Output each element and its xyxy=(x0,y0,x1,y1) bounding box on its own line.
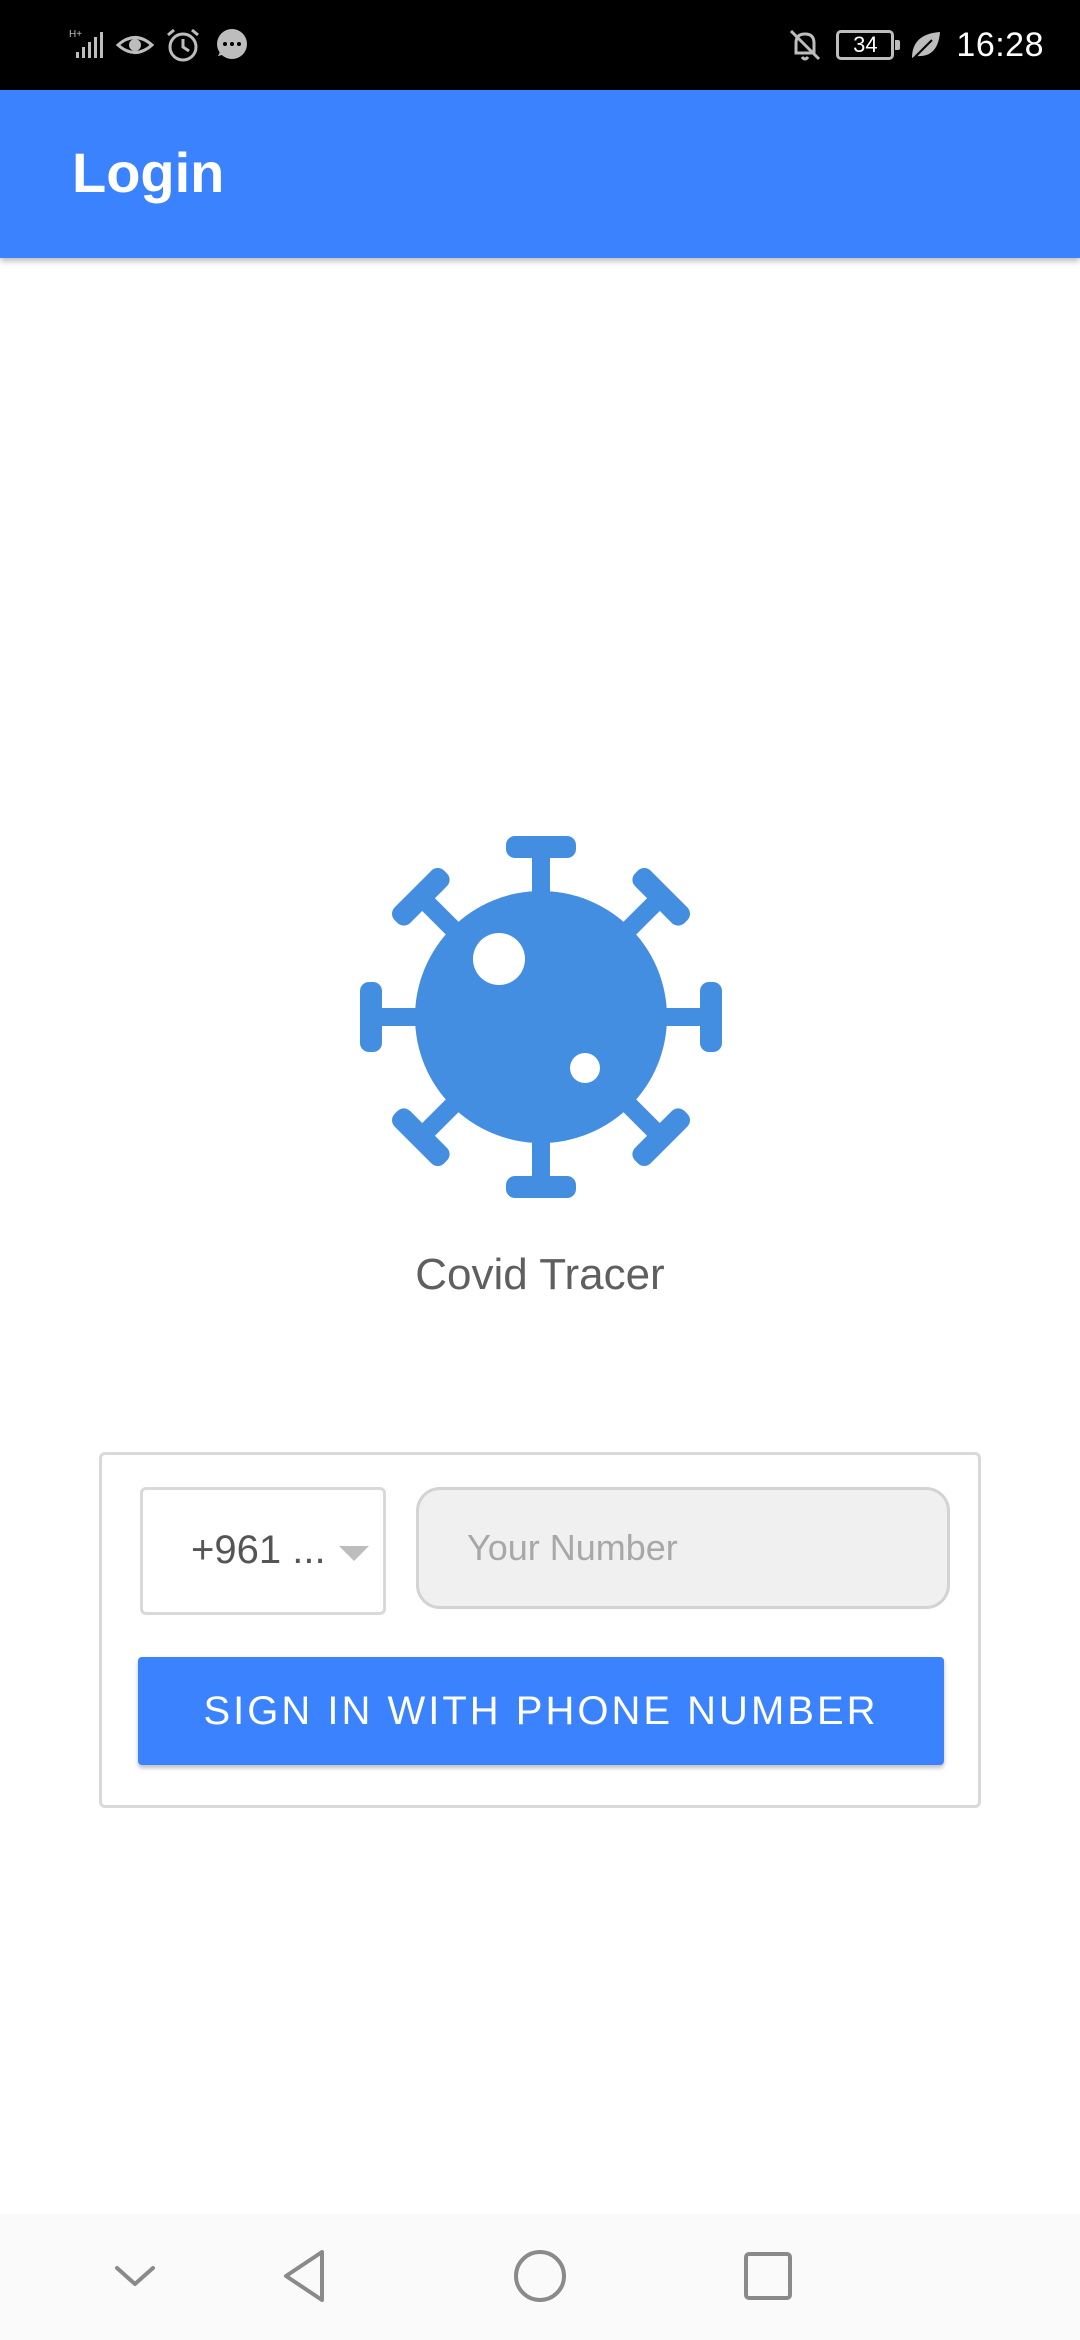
eye-icon xyxy=(116,26,154,64)
dropdown-arrow-icon xyxy=(339,1546,369,1561)
notifications-off-icon xyxy=(786,26,824,64)
battery-icon: 34 xyxy=(836,30,901,60)
status-time: 16:28 xyxy=(956,25,1044,64)
status-left-icons: H+ xyxy=(68,24,250,66)
message-icon xyxy=(212,26,250,64)
navigation-bar xyxy=(0,2214,1080,2340)
country-code-select[interactable]: +961 ... xyxy=(140,1487,386,1615)
home-icon[interactable] xyxy=(508,2244,572,2308)
sign-in-button[interactable]: SIGN IN WITH PHONE NUMBER xyxy=(138,1657,944,1765)
phone-number-input[interactable] xyxy=(416,1487,950,1609)
status-right-icons: 34 16:28 xyxy=(786,24,1044,66)
back-icon[interactable] xyxy=(276,2244,340,2308)
page-title: Login xyxy=(72,141,225,204)
login-card: +961 ... SIGN IN WITH PHONE NUMBER xyxy=(99,1452,981,1808)
country-code-value: +961 ... xyxy=(191,1528,326,1572)
chevron-down-icon[interactable] xyxy=(103,2244,167,2308)
signal-icon: H+ xyxy=(68,26,106,64)
recents-icon[interactable] xyxy=(736,2244,800,2308)
alarm-icon xyxy=(164,26,202,64)
app-bar: Login xyxy=(0,90,1080,258)
app-name: Covid Tracer xyxy=(415,1250,665,1299)
status-bar: H+ 34 16:28 xyxy=(0,0,1080,90)
virus-icon xyxy=(360,836,722,1198)
leaf-icon xyxy=(906,26,944,64)
svg-text:H+: H+ xyxy=(69,29,82,40)
